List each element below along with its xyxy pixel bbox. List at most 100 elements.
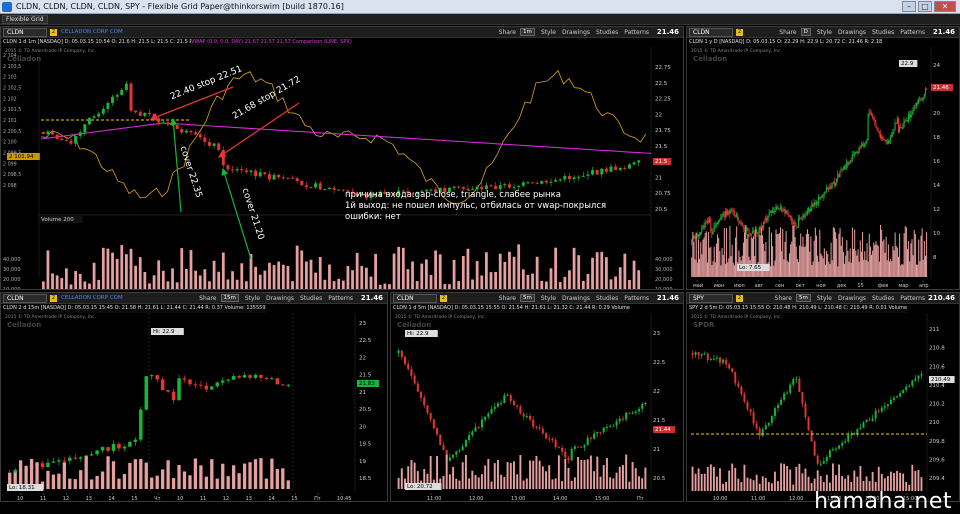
daily-candle — [770, 210, 772, 217]
daily-volume-bar — [751, 238, 753, 277]
price-tick-label: 21 — [653, 447, 660, 453]
daily-volume-bar — [891, 260, 893, 277]
daily-candle — [724, 207, 726, 220]
daily-candle — [808, 206, 810, 214]
main-volume-bar — [637, 270, 641, 289]
spy-volume-bar — [798, 463, 801, 491]
daily-candle — [860, 141, 862, 149]
main-volume-bar — [328, 264, 331, 289]
spy-candle — [767, 422, 770, 428]
grid-tab[interactable]: Flexible Grid — [2, 14, 48, 24]
daily-candle — [751, 227, 753, 234]
main-volume-bar — [180, 248, 184, 289]
chart-panel-5m[interactable]: CLDN 2 Share 5m Style Drawings Studies Patterns… — [390, 292, 684, 502]
symbol-watermark: Celladon — [7, 321, 42, 329]
daily-candle — [717, 221, 719, 224]
daily-candle — [869, 108, 871, 116]
daily-candle — [858, 146, 860, 154]
m15-volume-bar — [232, 465, 236, 489]
daily-candle — [819, 196, 821, 200]
main-candle — [577, 175, 581, 181]
m15-candle — [286, 383, 291, 388]
m15-candle — [106, 446, 110, 454]
daily-volume-bar — [800, 233, 802, 277]
daily-volume-bar — [782, 228, 784, 277]
daily-candle — [831, 182, 833, 190]
m15-volume-bar — [46, 470, 50, 489]
daily-volume-bar — [723, 228, 725, 277]
chart-panel-main[interactable]: CLDN 2 CELLADON CORP COM Share 1m Style Drawin… — [0, 26, 684, 290]
maximize-button[interactable]: □ — [918, 1, 932, 12]
daily-volume-bar — [712, 261, 714, 277]
spy-candle — [825, 454, 828, 465]
daily-candle — [894, 118, 896, 131]
daily-volume-bar — [881, 229, 883, 277]
m5-candle — [532, 416, 535, 430]
m5-candle — [429, 412, 432, 423]
price-tick-label: 22.5 — [655, 81, 668, 87]
m5-volume-bar — [477, 477, 480, 489]
price-tick-label: 210.2 — [929, 402, 945, 408]
main-candle — [627, 163, 631, 170]
daily-volume-bar — [795, 246, 797, 277]
comparison-tick-label: 2 102 — [3, 96, 17, 102]
main-volume-bar — [194, 270, 197, 289]
spy-candle — [709, 357, 712, 362]
m5-volume-bar — [541, 466, 544, 489]
daily-volume-bar — [784, 241, 786, 277]
daily-candle — [856, 151, 858, 154]
daily-candle — [891, 132, 893, 138]
high-price-tag: Hi: 22.9 — [405, 330, 438, 337]
daily-candle — [823, 191, 825, 199]
m5-volume-bar — [622, 465, 624, 489]
daily-candle — [878, 130, 880, 137]
copyright-text: 2015 © TD Ameritrade IP Company, Inc. — [5, 49, 97, 54]
daily-candle — [881, 134, 883, 141]
daily-volume-bar — [805, 234, 807, 277]
m5-candle — [519, 404, 522, 415]
daily-candle — [866, 138, 868, 144]
daily-candle — [721, 213, 723, 221]
daily-volume-bar — [865, 260, 867, 277]
m5-candle — [464, 438, 467, 448]
main-volume-bar — [411, 261, 414, 289]
daily-candle — [871, 111, 873, 116]
daily-candle — [711, 228, 713, 239]
spy-candle — [917, 375, 920, 383]
main-candle — [235, 166, 239, 173]
main-volume-bar — [245, 281, 248, 289]
main-candle — [323, 188, 327, 191]
main-volume-bar — [628, 280, 631, 289]
close-button[interactable]: ✕ — [934, 1, 956, 12]
minimize-button[interactable]: – — [902, 1, 916, 12]
daily-candle — [694, 234, 696, 243]
daily-candle — [844, 164, 846, 171]
main-volume-bar — [549, 268, 553, 289]
daily-candle — [893, 128, 895, 135]
daily-volume-bar — [859, 240, 861, 277]
main-candle — [189, 130, 193, 136]
time-tick-label: апр — [919, 283, 929, 289]
m5-candle — [439, 434, 442, 446]
m15-volume-bar — [84, 456, 88, 489]
daily-volume-bar — [774, 260, 776, 277]
m5-candle — [625, 411, 628, 422]
daily-candle — [735, 214, 737, 218]
main-volume-bar — [563, 276, 567, 289]
spy-candle — [819, 460, 822, 467]
chart-panel-15m[interactable]: CLDN 2 CELLADON CORP COM Share 15m Style Drawi… — [0, 292, 388, 502]
m15-volume-bar — [259, 458, 263, 489]
m15-volume-bar — [199, 465, 203, 489]
main-candle — [226, 164, 230, 172]
m5-candle — [471, 429, 474, 438]
chart-panel-daily[interactable]: CLDN 2 Share D Style Drawings Studies Patterns 2… — [686, 26, 960, 290]
comparison-tick-label: 2 100,5 — [3, 129, 21, 135]
daily-candle — [765, 215, 767, 223]
chart-panel-spy[interactable]: SPY 2 Share 5m Style Drawings Studies Patterns 2… — [686, 292, 960, 502]
m15-candle — [111, 440, 116, 454]
spy-candle — [920, 370, 923, 380]
m5-volume-bar — [525, 478, 528, 489]
main-volume-bar — [526, 274, 530, 289]
daily-candle — [805, 210, 807, 216]
m15-volume-bar — [204, 476, 208, 489]
